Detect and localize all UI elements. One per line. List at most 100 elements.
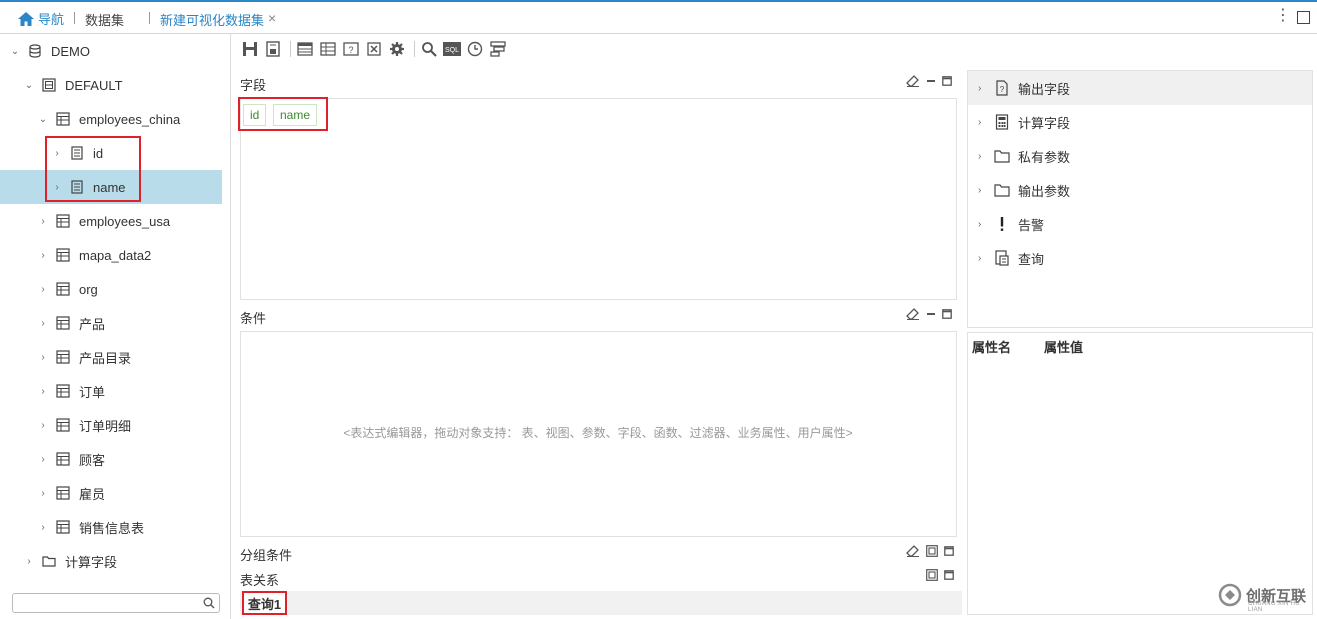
resource-item-label: 查询 <box>1018 251 1045 267</box>
help-layout-button[interactable]: ? <box>341 39 361 59</box>
table-layout-icon <box>297 42 313 56</box>
maximize-icon[interactable] <box>942 308 952 319</box>
chevron-right-icon[interactable]: › <box>978 253 981 264</box>
fields-panel-controls <box>906 74 952 87</box>
tree-node-table[interactable]: › employees_usa <box>0 204 222 238</box>
eraser-icon[interactable] <box>906 307 920 320</box>
restore-icon[interactable] <box>926 544 938 557</box>
export-excel-button[interactable] <box>364 39 384 59</box>
settings-button[interactable] <box>387 39 407 59</box>
chevron-right-icon[interactable]: › <box>38 284 48 295</box>
group-conditions-title[interactable]: 分组条件 <box>240 545 292 564</box>
resource-item-query[interactable]: › 查询 <box>968 241 1312 275</box>
table-layout-button[interactable] <box>295 39 315 59</box>
filter-config-button[interactable] <box>488 39 508 59</box>
minimize-icon[interactable] <box>926 309 936 319</box>
tree-node-table[interactable]: › org <box>0 272 222 306</box>
tree-label: 产品 <box>79 316 106 332</box>
resource-panel: › ? 输出字段 › 计算字段 › 私有参数 › 输出参数 › 告警 › 查询 <box>967 70 1313 328</box>
chevron-right-icon[interactable]: › <box>38 318 48 329</box>
tree-node-table[interactable]: › 订单明细 <box>0 408 222 442</box>
maximize-icon[interactable] <box>1297 11 1310 24</box>
fields-title: 字段 <box>240 78 267 93</box>
svg-text:SQL: SQL <box>445 47 459 54</box>
expression-editor-placeholder: <表达式编辑器，拖动对象支持： 表、视图、参数、字段、函数、过滤器、业务属性、用… <box>343 426 853 440</box>
tab-query-1[interactable]: 查询1 <box>242 591 287 615</box>
more-menu-icon[interactable]: ⋮ <box>1275 8 1291 24</box>
tree-label: 订单明细 <box>79 418 132 434</box>
nav-home-link[interactable]: 导航 <box>18 9 64 28</box>
tab-new-dataset[interactable]: 新建可视化数据集 <box>160 10 264 29</box>
chevron-right-icon[interactable]: › <box>38 216 48 227</box>
chevron-right-icon[interactable]: › <box>38 488 48 499</box>
property-name-header: 属性名 <box>972 340 1012 355</box>
property-value-header: 属性值 <box>1044 340 1084 355</box>
chevron-down-icon[interactable]: ⌄ <box>10 46 20 57</box>
search-button[interactable] <box>419 39 439 59</box>
chevron-right-icon[interactable]: › <box>38 386 48 397</box>
restore-icon[interactable] <box>926 569 938 581</box>
database-icon <box>29 44 41 58</box>
maximize-icon[interactable] <box>942 75 952 86</box>
sql-button[interactable]: SQL <box>442 39 462 59</box>
chevron-right-icon[interactable]: › <box>978 151 981 162</box>
resource-item-alerts[interactable]: › 告警 <box>968 207 1312 241</box>
resource-item-output-params[interactable]: › 输出参数 <box>968 173 1312 207</box>
chevron-right-icon[interactable]: › <box>38 250 48 261</box>
chevron-down-icon[interactable]: ⌄ <box>24 80 34 91</box>
tree-node-table[interactable]: › mapa_data2 <box>0 238 222 272</box>
save-icon <box>243 42 257 56</box>
search-icon[interactable] <box>203 597 215 609</box>
tab-close-icon[interactable]: × <box>268 10 276 26</box>
eraser-icon[interactable] <box>906 544 920 557</box>
chevron-right-icon[interactable]: › <box>38 420 48 431</box>
breadcrumb-dataset[interactable]: 数据集 <box>85 10 124 29</box>
eraser-icon[interactable] <box>906 74 920 87</box>
tree-node-table[interactable]: › 顾客 <box>0 442 222 476</box>
chevron-down-icon[interactable]: ⌄ <box>38 114 48 125</box>
chevron-right-icon[interactable]: › <box>24 556 34 567</box>
tree-node-table[interactable]: › 产品目录 <box>0 340 222 374</box>
resource-item-label: 计算字段 <box>1018 115 1071 131</box>
maximize-icon[interactable] <box>944 570 954 580</box>
folder-icon <box>994 184 1010 197</box>
chevron-right-icon[interactable]: › <box>978 185 981 196</box>
maximize-icon[interactable] <box>944 545 954 556</box>
table-icon <box>56 384 70 398</box>
tree-node-table[interactable]: › 订单 <box>0 374 222 408</box>
resource-item-label: 私有参数 <box>1018 149 1071 165</box>
tree-node-table[interactable]: › 销售信息表 <box>0 510 222 544</box>
minimize-icon[interactable] <box>926 76 936 86</box>
fields-panel[interactable] <box>240 98 957 300</box>
tree-node-table[interactable]: ⌄ employees_china <box>0 102 222 136</box>
chevron-right-icon[interactable]: › <box>38 454 48 465</box>
toolbar: ? SQL <box>240 38 511 60</box>
resource-item-computed-fields[interactable]: › 计算字段 <box>968 105 1312 139</box>
tree-node-database[interactable]: ⌄ DEMO <box>0 34 222 68</box>
resource-item-private-params[interactable]: › 私有参数 <box>968 139 1312 173</box>
resource-item-output-fields[interactable]: › ? 输出字段 <box>968 71 1312 105</box>
tree-search-input[interactable] <box>12 593 220 613</box>
chevron-right-icon[interactable]: › <box>978 83 981 94</box>
chevron-right-icon[interactable]: › <box>978 219 981 230</box>
table-icon <box>56 452 70 466</box>
save-as-button[interactable] <box>263 39 283 59</box>
chevron-right-icon[interactable]: › <box>978 117 981 128</box>
toolbar-separator <box>414 41 415 57</box>
chevron-right-icon[interactable]: › <box>38 522 48 533</box>
chevron-right-icon[interactable]: › <box>38 352 48 363</box>
tree-node-computed-folder[interactable]: › 计算字段 <box>0 544 222 578</box>
tree-node-table[interactable]: › 产品 <box>0 306 222 340</box>
help-layout-icon: ? <box>343 42 359 56</box>
tree-node-table[interactable]: › 雇员 <box>0 476 222 510</box>
save-button[interactable] <box>240 39 260 59</box>
table-icon <box>56 350 70 364</box>
watermark-logo: 创新互联 CHUANG XIN HU LIAN <box>1218 575 1314 615</box>
conditions-panel-controls <box>906 307 952 320</box>
grid-layout-button[interactable] <box>318 39 338 59</box>
table-relations-title[interactable]: 表关系 <box>240 570 279 589</box>
history-button[interactable] <box>465 39 485 59</box>
tree-label: 销售信息表 <box>79 520 145 536</box>
tree-node-schema[interactable]: ⌄ DEFAULT <box>0 68 222 102</box>
schema-icon <box>42 78 56 92</box>
